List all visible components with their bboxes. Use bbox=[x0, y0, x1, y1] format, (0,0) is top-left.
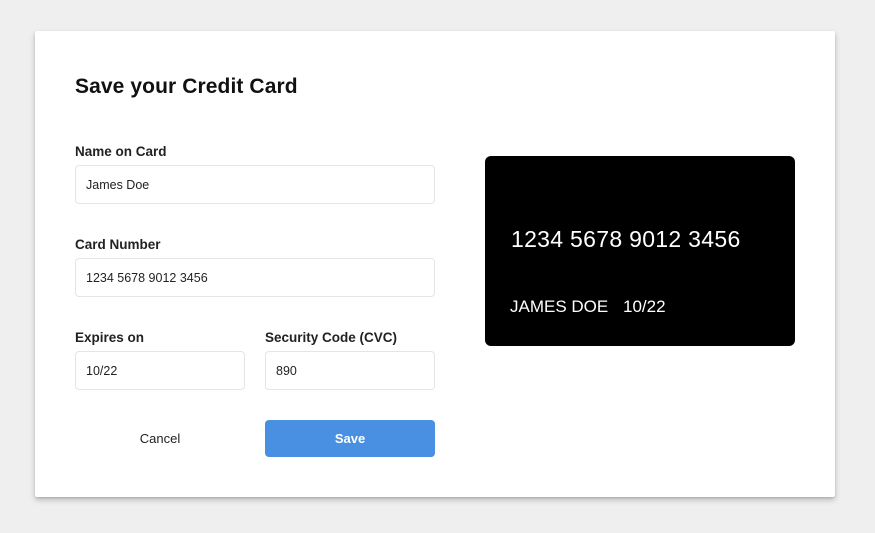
card-preview-number: 1234 5678 9012 3456 bbox=[511, 226, 741, 252]
name-on-card-input[interactable] bbox=[75, 165, 435, 204]
security-code-input[interactable] bbox=[265, 351, 435, 390]
card-preview-holder: JAMES DOE bbox=[510, 297, 609, 316]
card-number-input[interactable] bbox=[75, 258, 435, 297]
dialog-title: Save your Credit Card bbox=[75, 75, 298, 98]
expires-on-label: Expires on bbox=[75, 330, 145, 345]
card-number-label: Card Number bbox=[75, 237, 161, 252]
expires-on-input[interactable] bbox=[75, 351, 245, 390]
cancel-button[interactable]: Cancel bbox=[75, 420, 245, 457]
save-button[interactable]: Save bbox=[265, 420, 435, 457]
name-on-card-label: Name on Card bbox=[75, 144, 167, 159]
security-code-label: Security Code (CVC) bbox=[265, 330, 398, 345]
card-preview-expiry: 10/22 bbox=[623, 297, 666, 316]
save-card-dialog: Save your Credit Card Name on Card Card … bbox=[35, 31, 835, 497]
credit-card-preview: 1234 5678 9012 3456 JAMES DOE 10/22 bbox=[485, 156, 795, 346]
